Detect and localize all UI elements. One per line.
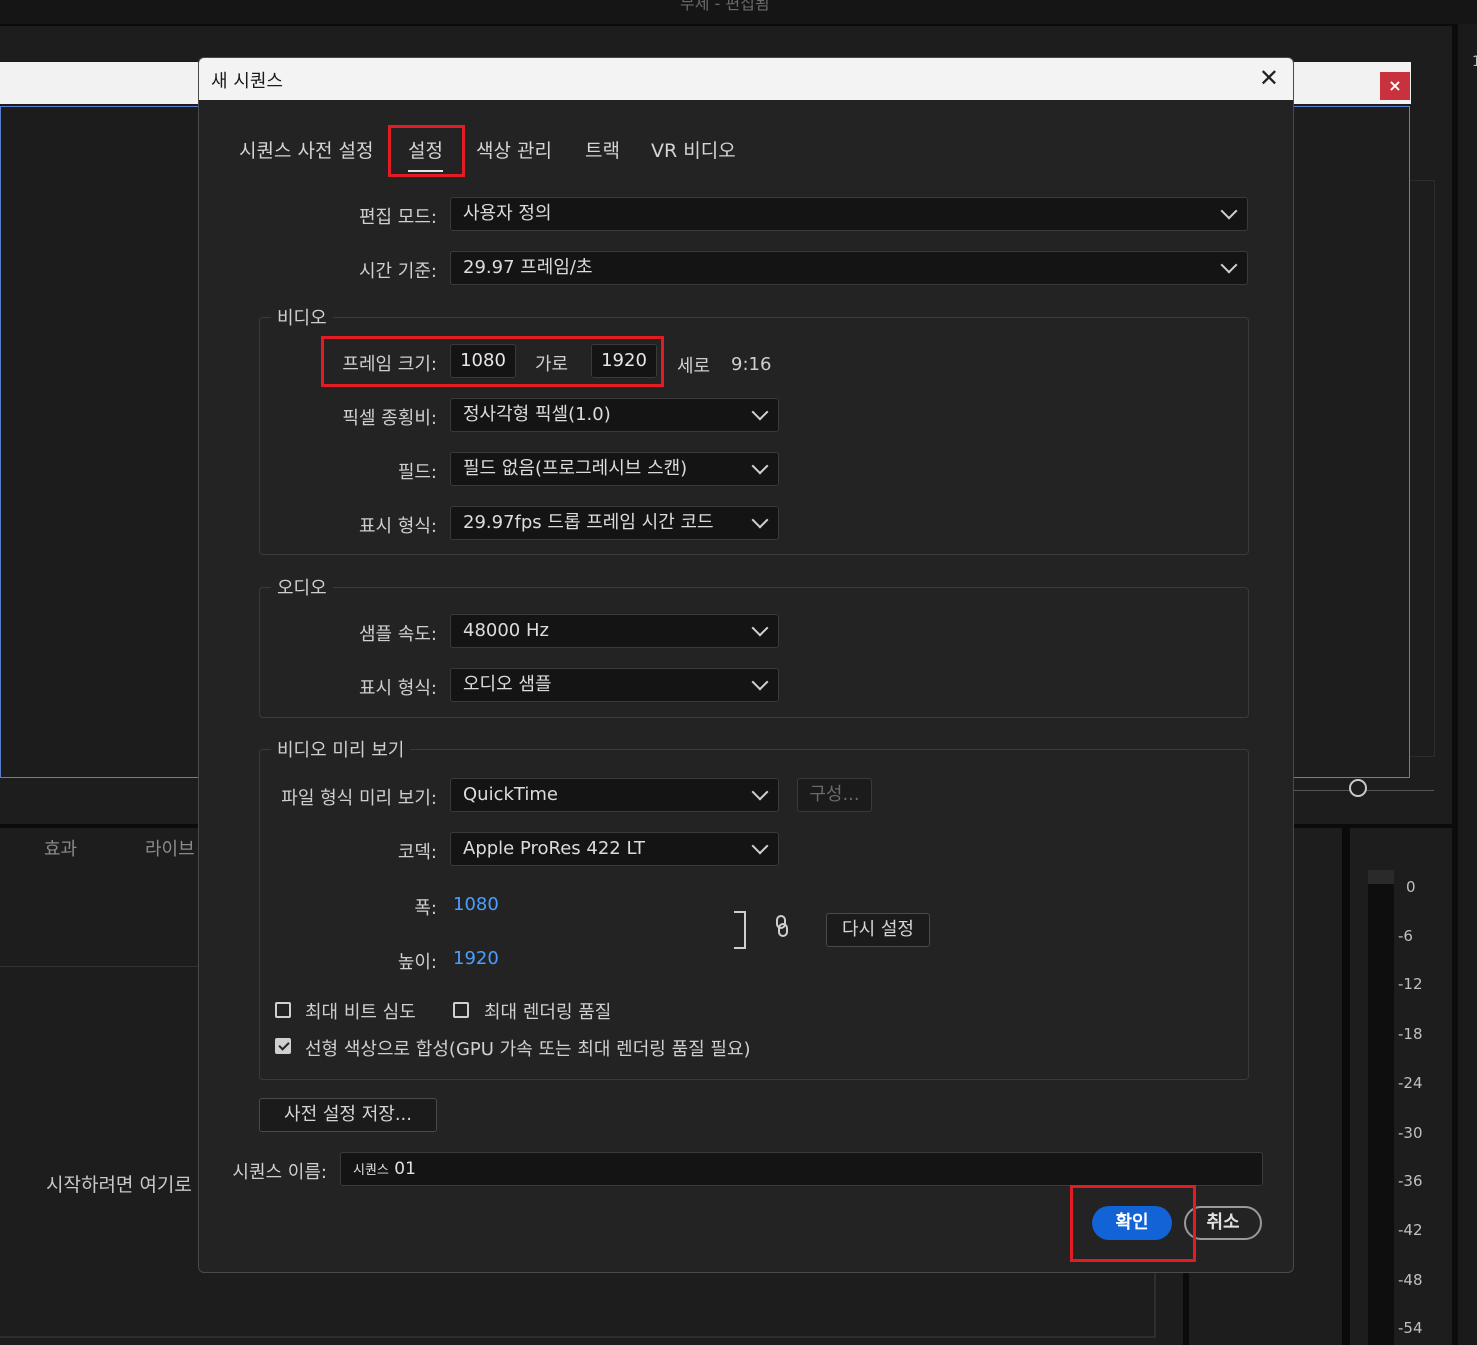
preview-file-format-value: QuickTime [463,784,558,805]
sequence-name-suffix: 01 [388,1159,416,1179]
sample-rate-select[interactable]: 48000 Hz [450,614,779,648]
tab-sequence-presets[interactable]: 시퀀스 사전 설정 [239,136,373,163]
codec-label: 코덱: [397,842,437,863]
link-bracket [734,911,746,949]
chevron-down-icon [751,837,769,855]
panel-divider-vertical [1342,828,1350,1345]
editing-mode-select[interactable]: 사용자 정의 [450,197,1248,231]
fields-value: 필드 없음(프로그레시브 스캔) [463,458,688,479]
app-window-title: 무제 - 편집됨 [680,0,770,13]
max-bit-depth-label: 최대 비트 심도 [305,1002,416,1023]
panel-separator [0,966,198,967]
link-icon[interactable] [775,914,789,944]
monitor-inner-frame [1410,180,1435,757]
timebase-select[interactable]: 29.97 프레임/초 [450,251,1248,285]
tab-tracks[interactable]: 트랙 [585,136,620,163]
preview-file-format-label: 파일 형식 미리 보기: [281,788,437,809]
frame-aspect-ratio: 9:16 [731,354,772,375]
meter-label: -42 [1398,1221,1423,1239]
sequence-name-input[interactable]: 시퀀스 01 [340,1152,1263,1186]
max-render-quality-checkbox[interactable] [453,1002,469,1018]
app-title-bar: 무제 - 편집됨 [0,0,1477,26]
max-render-quality-label: 최대 렌더링 품질 [484,1002,612,1023]
linear-color-label: 선형 색상으로 합성(GPU 가속 또는 최대 렌더링 품질 필요) [305,1039,751,1060]
tab-vr-video[interactable]: VR 비디오 [651,136,736,163]
chevron-down-icon [751,403,769,421]
preview-width-label: 폭: [414,898,437,919]
meter-label: 0 [1406,878,1416,896]
chevron-down-icon [751,457,769,475]
highlight-settings-tab [388,125,465,177]
pixel-aspect-select[interactable]: 정사각형 픽셀(1.0) [450,398,779,432]
audio-display-format-value: 오디오 샘플 [463,674,552,695]
preview-file-format-select[interactable]: QuickTime [450,778,779,812]
tab-libraries[interactable]: 라이브 [145,835,195,861]
chevron-down-icon [751,673,769,691]
audio-display-format-select[interactable]: 오디오 샘플 [450,668,779,702]
video-preview-group-title: 비디오 미리 보기 [271,736,411,762]
pixel-aspect-label: 픽셀 종횡비: [342,408,437,429]
frame-height-label: 세로 [677,356,711,377]
zoom-slider-knob[interactable] [1349,779,1367,797]
link-icon-svg [776,915,788,937]
sequence-name-prefix: 시퀀스 [353,1163,389,1178]
video-display-format-select[interactable]: 29.97fps 드롭 프레임 시간 코드 [450,506,779,540]
save-preset-button[interactable]: 사전 설정 저장... [259,1098,437,1132]
panel-close-icon[interactable]: × [1380,72,1410,100]
preview-height-value[interactable]: 1920 [453,948,499,969]
meter-label: -6 [1398,927,1413,945]
meter-label: -24 [1398,1074,1423,1092]
meter-label: -36 [1398,1172,1423,1190]
new-sequence-dialog: 새 시퀀스 ✕ 시퀀스 사전 설정 설정 색상 관리 트랙 VR 비디오 편집 … [198,57,1294,1273]
chevron-down-icon [751,619,769,637]
codec-select[interactable]: Apple ProRes 422 LT [450,832,779,866]
meter-label: -30 [1398,1124,1423,1142]
pixel-aspect-value: 정사각형 픽셀(1.0) [463,404,611,425]
preview-height-label: 높이: [397,952,437,973]
chevron-down-icon [751,783,769,801]
highlight-frame-size [321,336,664,387]
timebase-value: 29.97 프레임/초 [463,257,593,278]
right-edge-strip: 1 [1458,24,1477,1345]
meter-label: -18 [1398,1025,1423,1043]
timeline-bottom-edge [0,1336,1156,1338]
reset-button[interactable]: 다시 설정 [826,913,930,947]
chevron-down-icon [1220,202,1238,220]
configure-button[interactable]: 구성... [797,778,872,812]
start-hint: 시작하려면 여기로 [46,1174,192,1196]
audio-display-format-label: 표시 형식: [358,678,437,699]
tab-color-management[interactable]: 색상 관리 [476,136,552,163]
meter-label: -48 [1398,1271,1423,1289]
audio-group-title: 오디오 [271,574,333,600]
max-bit-depth-checkbox[interactable] [275,1002,291,1018]
editing-mode-value: 사용자 정의 [463,203,552,224]
audio-meter-clip-indicator [1368,870,1394,884]
close-icon[interactable]: ✕ [1259,64,1279,92]
timebase-label: 시간 기준: [358,261,437,282]
meter-label: -12 [1398,975,1423,993]
sequence-name-label: 시퀀스 이름: [232,1162,327,1183]
video-display-format-label: 표시 형식: [358,516,437,537]
meter-label: -54 [1398,1319,1423,1337]
timeline-edge [1154,1270,1156,1338]
dialog-title: 새 시퀀스 [211,71,283,92]
editing-mode-label: 편집 모드: [358,207,437,228]
dialog-title-bar: 새 시퀀스 ✕ [199,58,1293,100]
chevron-down-icon [751,511,769,529]
right-edge-mark: 1 [1472,54,1477,70]
codec-value: Apple ProRes 422 LT [463,838,646,859]
linear-color-checkbox[interactable] [275,1038,291,1054]
sample-rate-label: 샘플 속도: [358,624,437,645]
fields-label: 필드: [397,462,437,483]
tab-effects[interactable]: 효과 [44,835,77,861]
chevron-down-icon [1220,256,1238,274]
video-group-title: 비디오 [271,304,333,330]
preview-width-value[interactable]: 1080 [453,894,499,915]
audio-meter [1368,870,1394,1345]
video-display-format-value: 29.97fps 드롭 프레임 시간 코드 [463,512,714,533]
sample-rate-value: 48000 Hz [463,620,549,641]
left-panel-header [0,62,200,104]
fields-select[interactable]: 필드 없음(프로그레시브 스캔) [450,452,779,486]
highlight-ok-button [1070,1185,1196,1262]
